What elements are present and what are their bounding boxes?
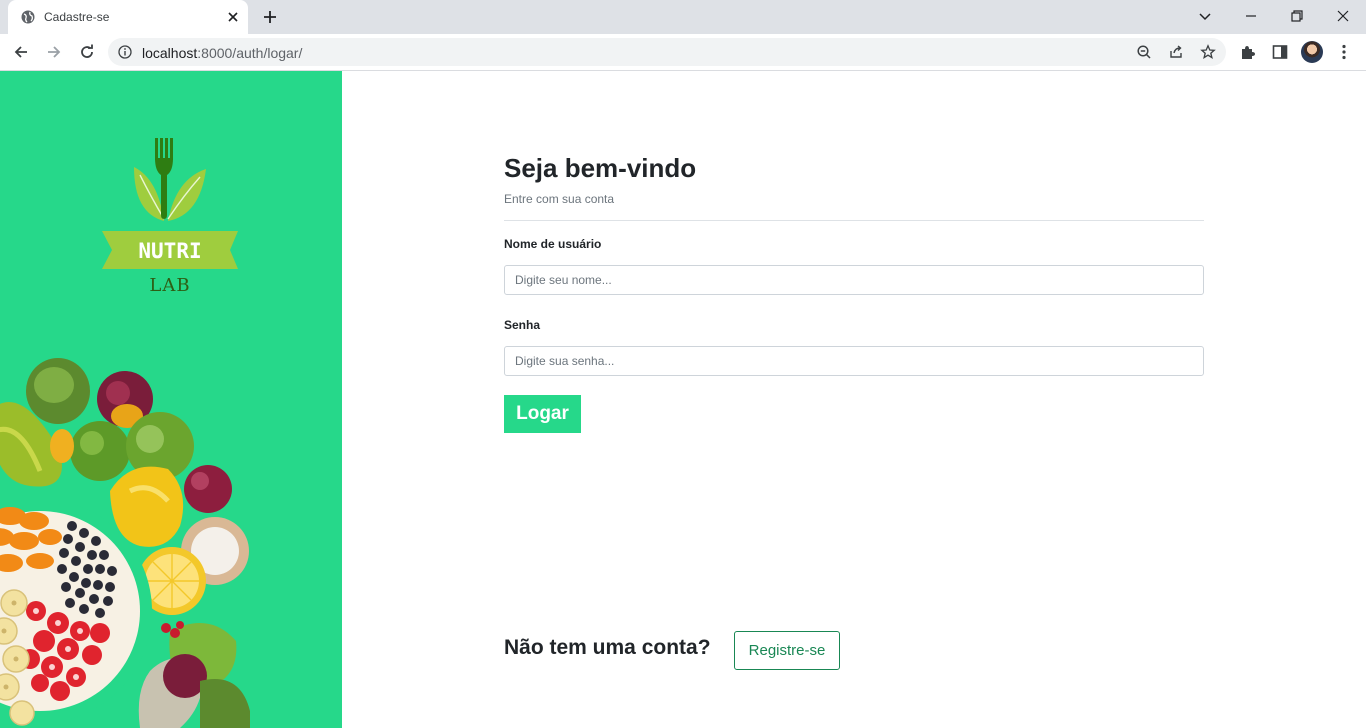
close-tab-icon[interactable] (226, 10, 240, 24)
star-icon[interactable] (1200, 44, 1216, 60)
nutrilab-logo: NUTRI LAB (102, 138, 238, 296)
profile-avatar[interactable] (1301, 41, 1323, 63)
kebab-menu-icon[interactable] (1335, 43, 1353, 61)
browser-tab-bar: Cadastre-se (0, 0, 1366, 34)
login-button[interactable]: Logar (504, 395, 581, 433)
divider (504, 220, 1204, 221)
password-input[interactable] (504, 346, 1204, 376)
puzzle-icon[interactable] (1239, 43, 1257, 61)
restore-icon[interactable] (1289, 8, 1305, 24)
browser-tab[interactable]: Cadastre-se (8, 0, 248, 34)
register-button[interactable]: Registre-se (734, 631, 840, 670)
no-account-prompt: Não tem uma conta? (504, 636, 711, 659)
logo-title: NUTRI (138, 239, 201, 263)
page: NUTRI LAB Seja bem-vindo Entre com sua c… (0, 71, 1366, 728)
left-leaf-icon (134, 167, 164, 221)
logo-subtitle: LAB (149, 275, 190, 296)
side-panel-icon[interactable] (1271, 43, 1289, 61)
url-host: localhost (142, 45, 198, 61)
url-path: :8000/auth/logar/ (197, 45, 303, 61)
username-input[interactable] (504, 265, 1204, 295)
zoom-out-icon[interactable] (1136, 44, 1152, 60)
globe-icon (21, 10, 35, 24)
arrow-right-icon[interactable] (45, 43, 63, 61)
browser-toolbar: localhost:8000/auth/logar/ (0, 34, 1366, 71)
reload-icon[interactable] (78, 43, 96, 61)
page-title: Seja bem-vindo (504, 153, 697, 183)
minimize-icon[interactable] (1243, 8, 1259, 24)
tab-title: Cadastre-se (44, 10, 110, 24)
close-window-icon[interactable] (1335, 8, 1351, 24)
right-leaf-icon (168, 169, 206, 221)
fruit-bowl-image (0, 358, 250, 728)
share-icon[interactable] (1168, 44, 1184, 60)
page-subtitle: Entre com sua conta (504, 192, 615, 206)
arrow-left-icon[interactable] (12, 43, 30, 61)
tab-search-icon[interactable] (1197, 8, 1213, 24)
address-bar[interactable]: localhost:8000/auth/logar/ (108, 38, 1226, 66)
password-label: Senha (504, 318, 541, 332)
brand-sidebar: NUTRI LAB (0, 71, 342, 728)
url-text: localhost:8000/auth/logar/ (142, 45, 302, 61)
new-tab-icon[interactable] (262, 9, 278, 25)
info-icon[interactable] (118, 45, 132, 59)
username-label: Nome de usuário (504, 237, 602, 251)
